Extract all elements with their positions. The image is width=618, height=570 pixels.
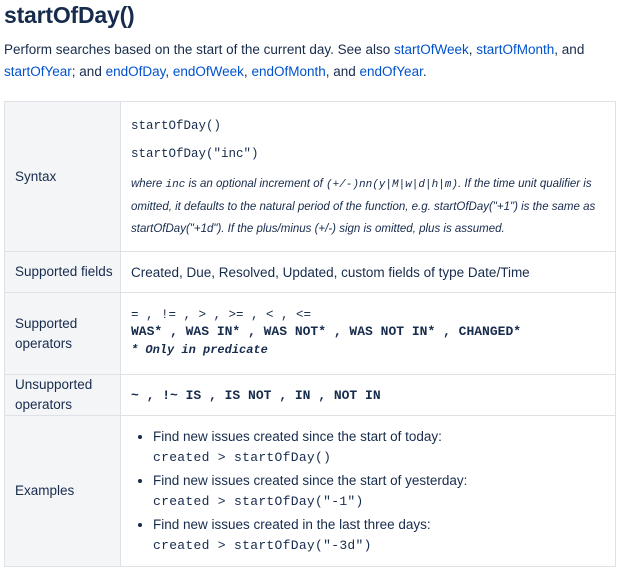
syntax-label: Syntax [4, 101, 121, 252]
unsupported-label: Unsupported operators [4, 374, 121, 416]
link-endofday[interactable]: endOfDay [106, 64, 166, 79]
intro-separator: ; and [71, 64, 106, 79]
link-endofweek[interactable]: endOfWeek [173, 64, 244, 79]
table-row-unsupported: Unsupported operators ~ , !~ IS , IS NOT… [4, 374, 616, 416]
page-title: startOfDay() [4, 2, 135, 28]
operators-note: * Only in predicate [131, 343, 268, 357]
example-code: created > startOfDay("-3d") [153, 538, 372, 553]
operators-label: Supported operators [4, 292, 121, 375]
operators-cell: = , != , > , >= , < , <= WAS* , WAS IN* … [120, 292, 616, 375]
intro-paragraph: Perform searches based on the start of t… [4, 39, 612, 83]
example-text: Find new issues created in the last thre… [153, 517, 431, 532]
table-row-fields: Supported fields Created, Due, Resolved,… [4, 251, 616, 293]
list-item: Find new issues created since the start … [153, 426, 605, 468]
table-row-operators: Supported operators = , != , > , >= , < … [4, 292, 616, 375]
example-code: created > startOfDay() [153, 450, 332, 465]
syntax-note-inc: inc [165, 179, 186, 191]
link-endofyear[interactable]: endOfYear [360, 64, 423, 79]
syntax-note-where: where [131, 178, 166, 190]
intro-text: Perform searches based on the start of t… [4, 42, 394, 57]
table-row-examples: Examples Find new issues created since t… [4, 415, 616, 567]
syntax-cell: startOfDay() startOfDay("inc") where inc… [120, 101, 616, 252]
examples-list: Find new issues created since the start … [131, 426, 605, 556]
intro-separator: , [165, 64, 173, 79]
example-code: created > startOfDay("-1") [153, 494, 364, 509]
fields-label: Supported fields [4, 251, 121, 293]
operators-line-2: WAS* , WAS IN* , WAS NOT* , WAS NOT IN* … [131, 324, 522, 339]
example-text: Find new issues created since the start … [153, 473, 468, 488]
list-item: Find new issues created since the start … [153, 470, 605, 512]
syntax-line-2: startOfDay("inc") [131, 147, 259, 161]
list-item: Find new issues created in the last thre… [153, 514, 605, 556]
unsupported-cell: ~ , !~ IS , IS NOT , IN , NOT IN [120, 374, 616, 416]
operators-line-1: = , != , > , >= , < , <= [131, 308, 312, 322]
function-reference-table: Syntax startOfDay() startOfDay("inc") wh… [4, 101, 616, 567]
syntax-note: where inc is an optional increment of (+… [131, 173, 605, 240]
table-row-syntax: Syntax startOfDay() startOfDay("inc") wh… [4, 101, 616, 252]
syntax-line-1: startOfDay() [131, 119, 222, 133]
syntax-note-mid: is an optional increment of [185, 178, 326, 190]
examples-cell: Find new issues created since the start … [120, 415, 616, 567]
intro-end: . [422, 64, 427, 79]
example-text: Find new issues created since the start … [153, 429, 442, 444]
unsupported-value: ~ , !~ IS , IS NOT , IN , NOT IN [131, 388, 381, 403]
link-startofmonth[interactable]: startOfMonth [476, 42, 554, 57]
intro-separator: , and [325, 64, 360, 79]
link-endofmonth[interactable]: endOfMonth [251, 64, 325, 79]
syntax-note-pattern: (+/-)nn(y|M|w|d|h|m) [325, 179, 459, 191]
link-startofyear[interactable]: startOfYear [4, 64, 72, 79]
link-startofweek[interactable]: startOfWeek [394, 42, 469, 57]
fields-value: Created, Due, Resolved, Updated, custom … [120, 251, 616, 293]
intro-separator: , and [554, 42, 585, 57]
examples-label: Examples [4, 415, 121, 567]
